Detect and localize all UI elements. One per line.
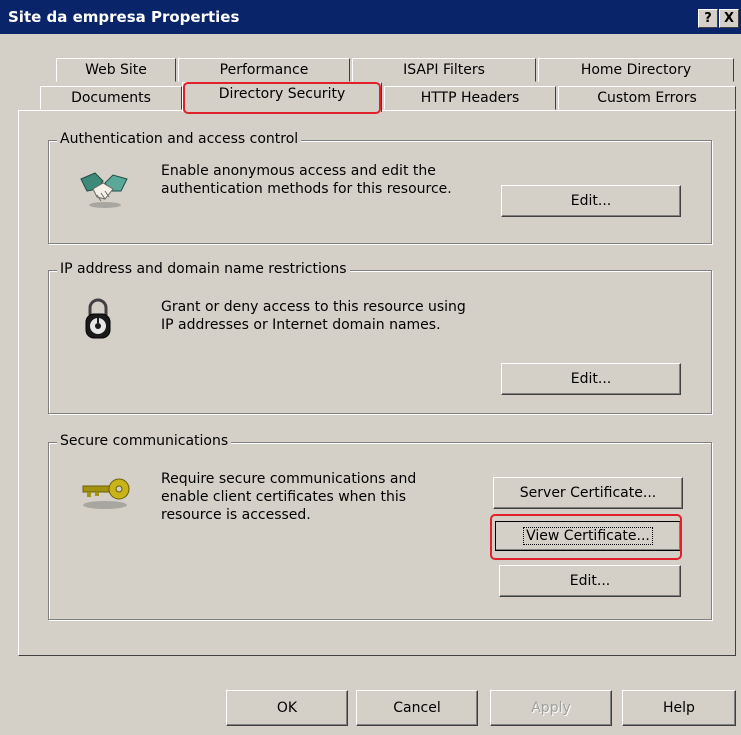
tab-home-directory[interactable]: Home Directory bbox=[538, 58, 734, 82]
help-footer-button[interactable]: Help bbox=[622, 690, 736, 726]
ip-line2: IP addresses or Internet domain names. bbox=[161, 317, 441, 333]
ip-group: IP address and domain name restrictions … bbox=[48, 261, 712, 414]
help-button[interactable]: ? bbox=[698, 9, 718, 28]
ok-button[interactable]: OK bbox=[226, 690, 348, 726]
tab-http-headers[interactable]: HTTP Headers bbox=[384, 86, 556, 110]
apply-label: Apply bbox=[531, 700, 571, 716]
tab-isapi-filters[interactable]: ISAPI Filters bbox=[352, 58, 536, 82]
view-certificate-highlight bbox=[490, 514, 682, 560]
secure-line3: resource is accessed. bbox=[161, 507, 311, 523]
ip-edit-label: Edit... bbox=[570, 371, 612, 387]
auth-group: Authentication and access control Enable… bbox=[48, 131, 712, 244]
window-title: Site da empresa Properties bbox=[8, 8, 240, 26]
tab-performance[interactable]: Performance bbox=[178, 58, 350, 82]
ok-label: OK bbox=[276, 700, 298, 716]
secure-line2: enable client certificates when this bbox=[161, 489, 406, 505]
secure-group-title: Secure communications bbox=[57, 433, 232, 449]
auth-line1: Enable anonymous access and edit the bbox=[161, 163, 436, 179]
auth-group-title: Authentication and access control bbox=[57, 131, 302, 147]
help-footer-label: Help bbox=[663, 700, 695, 716]
handshake-icon bbox=[79, 167, 129, 215]
cancel-button[interactable]: Cancel bbox=[356, 690, 478, 726]
tab-web-site[interactable]: Web Site bbox=[56, 58, 176, 82]
auth-edit-button[interactable]: Edit... bbox=[501, 185, 681, 217]
ip-line1: Grant or deny access to this resource us… bbox=[161, 299, 466, 315]
key-icon bbox=[81, 477, 133, 517]
apply-button[interactable]: Apply bbox=[490, 690, 612, 726]
active-tab-highlight bbox=[183, 82, 381, 114]
padlock-icon bbox=[83, 297, 113, 345]
server-certificate-label: Server Certificate... bbox=[519, 485, 657, 501]
ip-edit-button[interactable]: Edit... bbox=[501, 363, 681, 395]
auth-edit-label: Edit... bbox=[570, 193, 612, 209]
auth-line2: authentication methods for this resource… bbox=[161, 181, 452, 197]
tab-documents[interactable]: Documents bbox=[40, 86, 182, 110]
cancel-label: Cancel bbox=[393, 700, 441, 716]
secure-edit-label: Edit... bbox=[569, 573, 611, 589]
close-button[interactable]: X bbox=[719, 9, 739, 28]
secure-edit-button[interactable]: Edit... bbox=[499, 565, 681, 597]
server-certificate-button[interactable]: Server Certificate... bbox=[493, 477, 683, 509]
ip-group-title: IP address and domain name restrictions bbox=[57, 261, 350, 277]
tab-custom-errors[interactable]: Custom Errors bbox=[558, 86, 736, 110]
secure-line1: Require secure communications and bbox=[161, 471, 417, 487]
